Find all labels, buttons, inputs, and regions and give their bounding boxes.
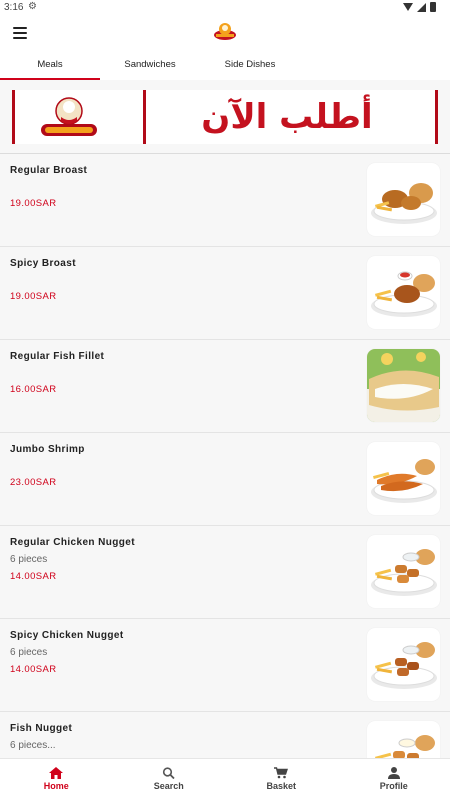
golden-broast-logo — [41, 97, 97, 136]
promo-banner[interactable]: أطلب الآن — [12, 90, 438, 144]
status-bar: 3:16 ⚙ — [0, 0, 450, 16]
item-name: Regular Fish Fillet — [10, 351, 105, 362]
item-description: 6 pieces — [10, 554, 48, 565]
item-price: 19.00SAR — [10, 291, 57, 302]
broast-logo — [214, 23, 236, 40]
item-price: 16.00SAR — [10, 384, 57, 395]
item-name: Regular Chicken Nugget — [10, 537, 135, 548]
nav-profile[interactable]: Profile — [338, 759, 450, 800]
tab-side-dishes[interactable]: Side Dishes — [200, 52, 300, 80]
item-name: Spicy Chicken Nugget — [10, 630, 124, 641]
gear-icon: ⚙ — [28, 1, 37, 12]
item-name: Fish Nugget — [10, 723, 73, 734]
nav-search[interactable]: Search — [113, 759, 226, 800]
nav-search-label: Search — [153, 781, 184, 791]
nav-basket-label: Basket — [266, 781, 297, 791]
item-description: 6 pieces... — [10, 740, 56, 751]
item-image — [367, 163, 440, 236]
item-image — [367, 349, 440, 422]
item-image — [367, 721, 440, 758]
item-name: Jumbo Shrimp — [10, 444, 85, 455]
item-image — [367, 442, 440, 515]
menu-item-regular-broast[interactable]: Regular Broast 19.00SAR — [0, 154, 450, 247]
banner-headline: أطلب الآن — [201, 97, 373, 137]
battery-icon — [430, 2, 436, 12]
search-icon — [162, 767, 175, 779]
wifi-icon — [403, 3, 413, 11]
item-price: 14.00SAR — [10, 664, 57, 675]
nav-profile-label: Profile — [379, 781, 408, 791]
nav-basket[interactable]: Basket — [225, 759, 338, 800]
profile-icon — [387, 767, 400, 779]
item-price: 23.00SAR — [10, 477, 57, 488]
item-image — [367, 535, 440, 608]
signal-icon — [417, 2, 426, 12]
menu-item-fish-nugget[interactable]: Fish Nugget 6 pieces... — [0, 712, 450, 758]
menu-list: Regular Broast 19.00SAR Spicy Broast 19.… — [0, 154, 450, 758]
item-price: 19.00SAR — [10, 198, 57, 209]
item-image — [367, 628, 440, 701]
nav-home[interactable]: Home — [0, 759, 113, 800]
app-bar — [0, 16, 450, 52]
nav-home-label: Home — [43, 781, 69, 791]
hamburger-icon[interactable] — [13, 27, 27, 39]
status-time: 3:16 — [4, 2, 24, 13]
basket-icon — [274, 767, 289, 779]
menu-item-regular-fish-fillet[interactable]: Regular Fish Fillet 16.00SAR — [0, 340, 450, 433]
menu-content[interactable]: أطلب الآن Regular Broast 19.00SAR Spicy … — [0, 80, 450, 758]
home-icon — [49, 767, 64, 779]
menu-item-spicy-chicken-nugget[interactable]: Spicy Chicken Nugget 6 pieces 14.00SAR — [0, 619, 450, 712]
item-name: Regular Broast — [10, 165, 88, 176]
tab-meals[interactable]: Meals — [0, 52, 100, 80]
bottom-nav: Home Search Basket Profile — [0, 758, 450, 800]
category-tabs: Meals Sandwiches Side Dishes — [0, 52, 450, 80]
menu-item-regular-chicken-nugget[interactable]: Regular Chicken Nugget 6 pieces 14.00SAR — [0, 526, 450, 619]
tab-sandwiches[interactable]: Sandwiches — [100, 52, 200, 80]
menu-item-jumbo-shrimp[interactable]: Jumbo Shrimp 23.00SAR — [0, 433, 450, 526]
item-image — [367, 256, 440, 329]
item-description: 6 pieces — [10, 647, 48, 658]
status-icons — [403, 2, 436, 12]
item-name: Spicy Broast — [10, 258, 76, 269]
item-price: 14.00SAR — [10, 571, 57, 582]
menu-item-spicy-broast[interactable]: Spicy Broast 19.00SAR — [0, 247, 450, 340]
